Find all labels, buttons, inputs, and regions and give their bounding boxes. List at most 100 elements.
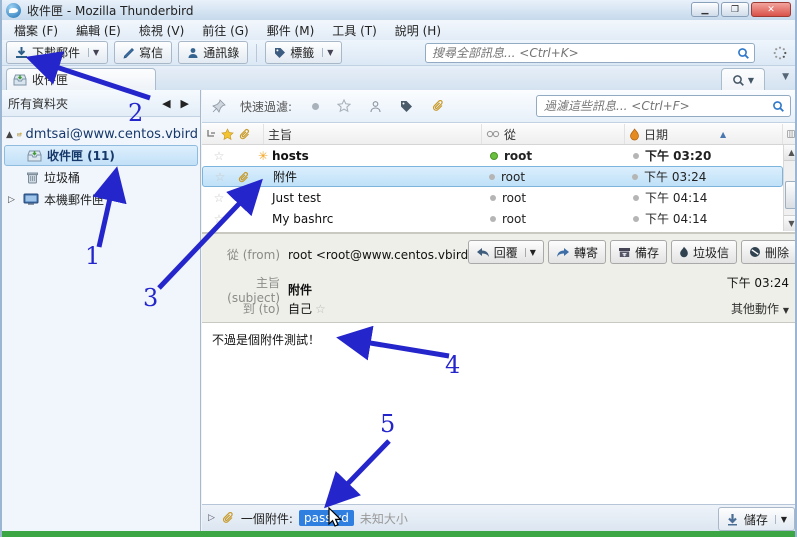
reply-button[interactable]: 回覆 ▼ (468, 240, 544, 264)
column-picker-icon[interactable] (783, 124, 797, 144)
close-button[interactable]: ✕ (751, 2, 791, 17)
message-body[interactable]: 不過是個附件測試！ (202, 323, 797, 501)
account-row[interactable]: ▲ dmtsai@www.centos.vbird (2, 125, 200, 144)
forward-button[interactable]: 轉寄 (548, 240, 606, 264)
title-bar: 收件匣 - Mozilla Thunderbird ▁ ❐ ✕ (2, 0, 795, 20)
read-column-icon (486, 130, 500, 138)
attachment-file-name[interactable]: passwd (299, 510, 354, 526)
get-mail-dropdown[interactable]: ▼ (88, 48, 99, 57)
filter-contact-icon[interactable] (369, 100, 382, 113)
column-date[interactable]: 日期 ▲ (625, 124, 783, 144)
attachment-bar-clip-icon (221, 511, 235, 525)
row-star-icon[interactable]: ☆ (203, 170, 237, 184)
thunderbird-icon (6, 3, 21, 18)
save-download-icon (726, 513, 739, 526)
folder-view-label[interactable]: 所有資料夾 (8, 95, 68, 112)
scroll-down-icon[interactable]: ▼ (784, 215, 797, 231)
menu-help[interactable]: 說明 (H) (387, 20, 449, 41)
menu-file[interactable]: 檔案 (F) (6, 20, 66, 41)
message-row-just-test[interactable]: ☆ Just test root 下午 04:14 (202, 187, 783, 208)
global-search-input[interactable] (430, 45, 737, 61)
delete-icon (749, 246, 761, 258)
search-tab-button[interactable]: ▼ (721, 68, 765, 91)
row-star-icon[interactable]: ☆ (202, 212, 236, 226)
filter-tag-icon[interactable] (400, 100, 413, 113)
message-row-hosts[interactable]: ☆ ✳ hosts root 下午 03:20 (202, 145, 783, 166)
menu-go[interactable]: 前往 (G) (194, 20, 256, 41)
message-list-scrollbar[interactable]: ▲ ▼ (783, 145, 797, 231)
forward-icon (556, 247, 570, 258)
quick-filter-box[interactable] (536, 95, 791, 117)
attachment-count-label: 一個附件: (241, 510, 293, 527)
save-attachment-button[interactable]: 儲存 ▼ (718, 507, 795, 531)
save-dropdown[interactable]: ▼ (775, 515, 787, 524)
filter-unread-icon[interactable] (312, 103, 319, 110)
junk-button[interactable]: 垃圾信 (671, 240, 737, 264)
row-star-icon[interactable]: ☆ (202, 191, 236, 205)
from-value[interactable]: root <root@www.centos.vbird> (288, 248, 478, 262)
tab-search-icon (732, 74, 745, 87)
message-list-header: 主旨 從 日期 ▲ (202, 124, 797, 145)
folder-local[interactable]: ▷ 本機郵件匣 (4, 189, 198, 210)
list-all-tabs-button[interactable]: ▼ (782, 72, 789, 82)
get-mail-button[interactable]: 下載郵件 ▼ (6, 41, 108, 64)
minimize-button[interactable]: ▁ (691, 2, 719, 17)
account-mail-icon (17, 128, 22, 141)
scrollbar-thumb[interactable] (785, 181, 797, 209)
folder-view-next-icon[interactable]: ▶ (176, 97, 194, 110)
tag-button[interactable]: 標籤 ▼ (265, 41, 342, 64)
menu-view[interactable]: 檢視 (V) (131, 20, 192, 41)
filter-search-icon[interactable] (772, 100, 785, 113)
attachment-bar: ▷ 一個附件: passwd 未知大小 儲存 ▼ (202, 504, 797, 531)
tag-dropdown[interactable]: ▼ (322, 48, 333, 57)
menu-edit[interactable]: 編輯 (E) (68, 20, 129, 41)
pin-icon[interactable] (212, 99, 226, 113)
filter-attachment-icon[interactable] (431, 99, 445, 113)
to-label: 到 (to) (202, 300, 280, 317)
row-star-icon[interactable]: ☆ (202, 149, 236, 163)
quick-filter-label: 快速過濾: (240, 98, 292, 115)
folder-trash[interactable]: 垃圾桶 (4, 167, 198, 188)
menu-message[interactable]: 郵件 (M) (259, 20, 323, 41)
folder-inbox[interactable]: 收件匣 (11) (4, 145, 198, 166)
write-button[interactable]: 寫信 (114, 41, 172, 64)
column-subject[interactable]: 主旨 (264, 124, 482, 144)
main-toolbar: 下載郵件 ▼ 寫信 通訊錄 標籤 ▼ (2, 40, 795, 66)
folder-view-prev-icon[interactable]: ◀ (157, 97, 175, 110)
local-folders-label: 本機郵件匣 (44, 191, 104, 208)
tab-bar: 收件匣 ▼ ▼ (2, 66, 795, 90)
download-mail-icon (15, 46, 28, 59)
to-star-icon[interactable]: ☆ (315, 302, 326, 316)
local-twisty-icon[interactable]: ▷ (8, 195, 18, 205)
attachment-expander-icon[interactable]: ▷ (208, 513, 215, 523)
message-row-my-bashrc[interactable]: ☆ My bashrc root 下午 04:14 (202, 208, 783, 229)
address-book-button[interactable]: 通訊錄 (178, 41, 248, 64)
reply-dropdown[interactable]: ▼ (525, 248, 536, 257)
quick-filter-input[interactable] (542, 98, 772, 114)
tab-inbox[interactable]: 收件匣 (6, 68, 156, 90)
maximize-button[interactable]: ❐ (721, 2, 749, 17)
thunderbird-window: 收件匣 - Mozilla Thunderbird ▁ ❐ ✕ 檔案 (F) 編… (0, 0, 797, 537)
delete-button[interactable]: 刪除 (741, 240, 797, 264)
junk-column-icon (629, 128, 640, 141)
other-actions-button[interactable]: 其他動作 ▼ (731, 300, 789, 317)
global-search-box[interactable] (425, 43, 755, 63)
folder-tree: ▲ dmtsai@www.centos.vbird 收件匣 (11) 垃圾桶 ▷… (2, 117, 200, 210)
account-twisty-icon[interactable]: ▲ (6, 130, 13, 140)
column-from[interactable]: 從 (482, 124, 625, 144)
message-row-attachment[interactable]: ☆ 附件 root 下午 03:24 (202, 166, 783, 187)
sort-ascending-icon: ▲ (720, 130, 726, 139)
star-column-icon (221, 128, 234, 141)
inbox-folder-icon (27, 150, 42, 162)
message-date: 下午 03:24 (727, 274, 789, 291)
row-attachment-icon (237, 171, 250, 184)
tag-icon (274, 47, 286, 59)
search-icon[interactable] (737, 47, 750, 60)
filter-starred-icon[interactable] (337, 99, 351, 113)
column-icons[interactable] (202, 124, 264, 144)
to-value[interactable]: 自己 (288, 300, 312, 317)
scroll-up-icon[interactable]: ▲ (784, 145, 797, 161)
window-title: 收件匣 - Mozilla Thunderbird (27, 2, 194, 19)
menu-tools[interactable]: 工具 (T) (324, 20, 385, 41)
archive-button[interactable]: 備存 (610, 240, 667, 264)
